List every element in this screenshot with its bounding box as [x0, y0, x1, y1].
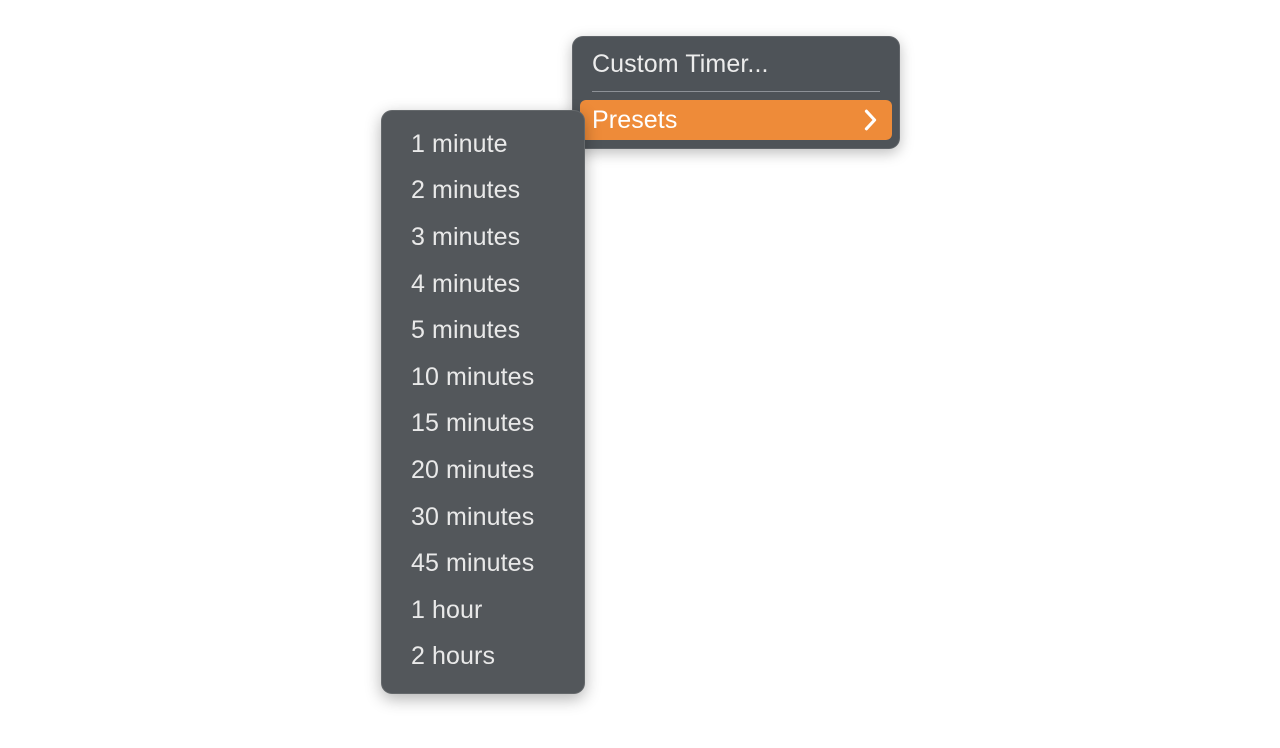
submenu-item-label: 3 minutes: [411, 222, 521, 251]
submenu-item-label: 15 minutes: [411, 409, 535, 438]
submenu-item-label: 2 hours: [411, 642, 496, 671]
presets-submenu-panel: 1 minute 2 minutes 3 minutes 4 minutes 5…: [381, 110, 585, 695]
menu-item-custom-timer[interactable]: Custom Timer...: [572, 44, 900, 84]
submenu-item-15-minutes[interactable]: 15 minutes: [381, 401, 585, 448]
chevron-right-icon: [864, 109, 878, 131]
menu-item-presets-label: Presets: [592, 105, 678, 134]
submenu-item-label: 10 minutes: [411, 362, 535, 391]
menu-separator: [592, 91, 880, 92]
submenu-item-label: 5 minutes: [411, 316, 521, 345]
submenu-item-2-minutes[interactable]: 2 minutes: [381, 168, 585, 215]
submenu-item-1-minute[interactable]: 1 minute: [381, 121, 585, 168]
submenu-item-label: 4 minutes: [411, 269, 521, 298]
submenu-item-label: 1 hour: [411, 595, 483, 624]
submenu-item-label: 30 minutes: [411, 502, 535, 531]
menu-item-presets[interactable]: Presets: [580, 100, 892, 140]
submenu-item-label: 45 minutes: [411, 549, 535, 578]
menu-item-custom-timer-label: Custom Timer...: [592, 49, 769, 78]
submenu-item-label: 1 minute: [411, 129, 508, 158]
submenu-item-45-minutes[interactable]: 45 minutes: [381, 540, 585, 587]
submenu-item-5-minutes[interactable]: 5 minutes: [381, 307, 585, 354]
submenu-item-30-minutes[interactable]: 30 minutes: [381, 494, 585, 541]
submenu-item-10-minutes[interactable]: 10 minutes: [381, 354, 585, 401]
menu-stage: Custom Timer... Presets 1 minute 2 minut…: [0, 0, 1280, 748]
submenu-item-4-minutes[interactable]: 4 minutes: [381, 261, 585, 308]
submenu-item-20-minutes[interactable]: 20 minutes: [381, 447, 585, 494]
submenu-item-1-hour[interactable]: 1 hour: [381, 587, 585, 634]
submenu-item-label: 2 minutes: [411, 176, 521, 205]
submenu-item-label: 20 minutes: [411, 455, 535, 484]
submenu-item-2-hours[interactable]: 2 hours: [381, 634, 585, 681]
context-menu-panel: Custom Timer... Presets: [572, 36, 900, 149]
submenu-item-3-minutes[interactable]: 3 minutes: [381, 214, 585, 261]
